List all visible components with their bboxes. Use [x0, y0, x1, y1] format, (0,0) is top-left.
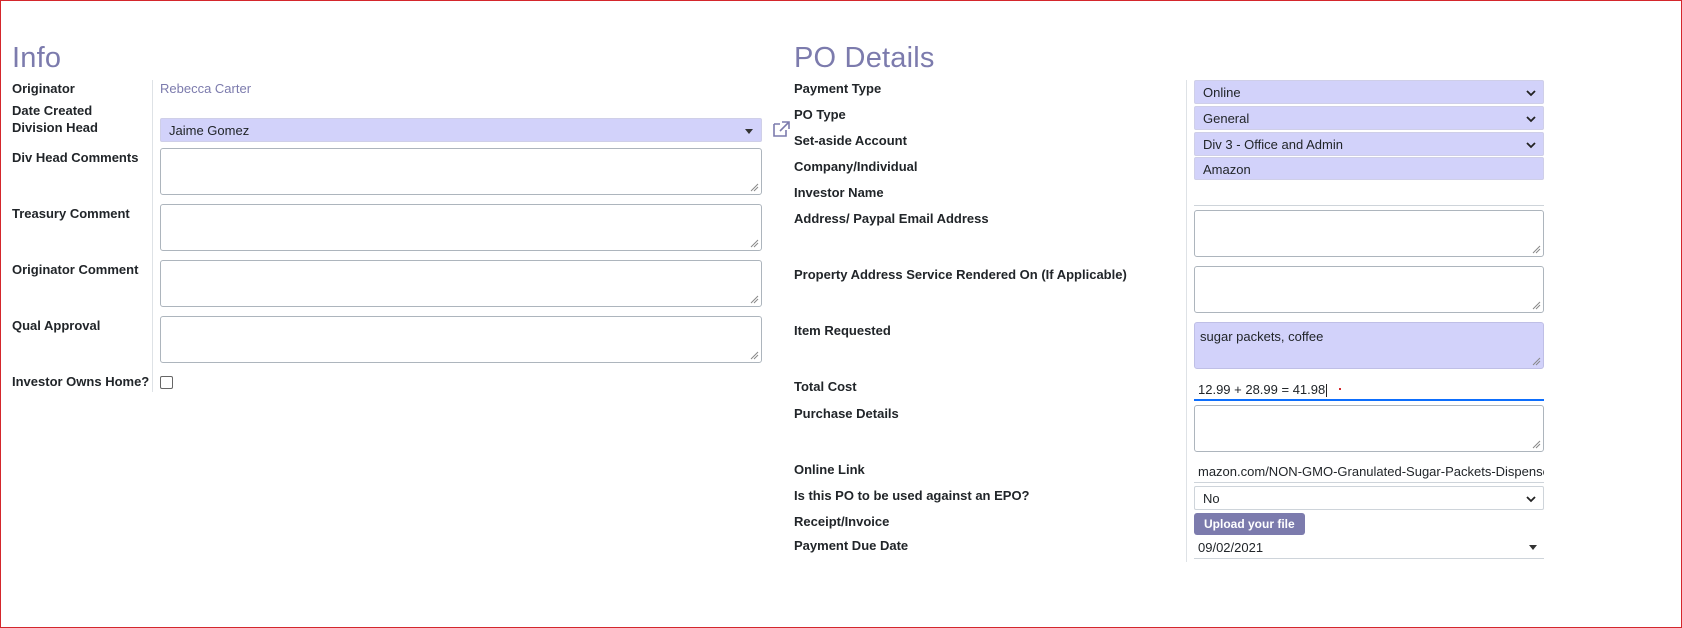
qual-approval-label: Qual Approval	[12, 318, 101, 333]
info-divider	[152, 80, 153, 392]
purchase-details-textarea[interactable]	[1194, 405, 1544, 452]
originator-comment-label: Originator Comment	[12, 262, 139, 277]
company-input[interactable]: Amazon	[1194, 157, 1544, 180]
division-head-value: Jaime Gomez	[169, 123, 250, 138]
payment-type-select[interactable]: Online	[1194, 80, 1544, 104]
po-type-select[interactable]: General	[1194, 106, 1544, 130]
resize-handle-icon[interactable]	[750, 351, 759, 360]
upload-file-button[interactable]: Upload your file	[1194, 513, 1305, 535]
item-requested-value: sugar packets, coffee	[1200, 329, 1324, 344]
total-cost-label: Total Cost	[794, 379, 857, 394]
due-date-input[interactable]: 09/02/2021	[1194, 535, 1544, 559]
originator-link[interactable]: Rebecca Carter	[160, 81, 251, 96]
epo-label: Is this PO to be used against an EPO?	[794, 488, 1030, 503]
treasury-comment-textarea[interactable]	[160, 204, 762, 251]
set-aside-select[interactable]: Div 3 - Office and Admin	[1194, 132, 1544, 156]
caret-down-icon[interactable]	[1528, 542, 1538, 552]
originator-comment-textarea[interactable]	[160, 260, 762, 307]
chevron-down-icon	[1526, 142, 1536, 149]
due-date-label: Payment Due Date	[794, 538, 909, 553]
resize-handle-icon[interactable]	[750, 183, 759, 192]
external-link-icon[interactable]	[771, 120, 791, 138]
resize-handle-icon[interactable]	[1532, 245, 1541, 254]
purchase-details-label: Purchase Details	[794, 406, 899, 421]
chevron-down-icon	[1526, 496, 1536, 503]
resize-handle-icon[interactable]	[1532, 301, 1541, 310]
company-value: Amazon	[1203, 162, 1251, 177]
total-cost-value: 12.99 + 28.99 = 41.98	[1198, 382, 1326, 397]
investor-name-input[interactable]	[1194, 182, 1544, 206]
resize-handle-icon[interactable]	[750, 239, 759, 248]
div-head-comments-textarea[interactable]	[160, 148, 762, 195]
spellcheck-mark	[1339, 388, 1341, 390]
property-address-label: Property Address Service Rendered On (If…	[794, 267, 1127, 282]
investor-owns-home-checkbox[interactable]	[160, 376, 173, 389]
po-details-title: PO Details	[794, 42, 935, 74]
set-aside-value: Div 3 - Office and Admin	[1203, 137, 1343, 152]
date-created-label: Date Created	[12, 103, 93, 118]
po-divider	[1186, 80, 1187, 562]
total-cost-input[interactable]: 12.99 + 28.99 = 41.98	[1194, 377, 1544, 401]
payment-type-value: Online	[1203, 85, 1241, 100]
treasury-comment-label: Treasury Comment	[12, 206, 130, 221]
caret-down-icon	[745, 129, 753, 134]
epo-select[interactable]: No	[1194, 486, 1544, 510]
qual-approval-textarea[interactable]	[160, 316, 762, 363]
po-type-value: General	[1203, 111, 1250, 126]
resize-handle-icon[interactable]	[1532, 440, 1541, 449]
address-textarea[interactable]	[1194, 210, 1544, 257]
online-link-input[interactable]: mazon.com/NON-GMO-Granulated-Sugar-Packe…	[1194, 459, 1544, 483]
due-date-value: 09/02/2021	[1198, 540, 1264, 555]
online-link-label: Online Link	[794, 462, 865, 477]
chevron-down-icon	[1526, 90, 1536, 97]
div-head-comments-label: Div Head Comments	[12, 150, 139, 165]
resize-handle-icon[interactable]	[1532, 357, 1541, 366]
division-head-select[interactable]: Jaime Gomez	[160, 118, 762, 142]
po-type-label: PO Type	[794, 107, 846, 122]
info-title: Info	[12, 42, 62, 74]
item-requested-label: Item Requested	[794, 323, 891, 338]
text-cursor	[1326, 384, 1328, 398]
investor-owns-home-label: Investor Owns Home?	[12, 374, 150, 389]
resize-handle-icon[interactable]	[750, 295, 759, 304]
originator-label: Originator	[12, 81, 75, 96]
company-label: Company/Individual	[794, 159, 918, 174]
division-head-label: Division Head	[12, 120, 98, 135]
investor-name-label: Investor Name	[794, 185, 884, 200]
receipt-label: Receipt/Invoice	[794, 514, 890, 529]
chevron-down-icon	[1526, 116, 1536, 123]
epo-value: No	[1203, 491, 1220, 506]
set-aside-label: Set-aside Account	[794, 133, 907, 148]
item-requested-textarea[interactable]: sugar packets, coffee	[1194, 322, 1544, 369]
address-label: Address/ Paypal Email Address	[794, 211, 989, 226]
payment-type-label: Payment Type	[794, 81, 882, 96]
online-link-value: mazon.com/NON-GMO-Granulated-Sugar-Packe…	[1198, 464, 1544, 479]
property-address-textarea[interactable]	[1194, 266, 1544, 313]
